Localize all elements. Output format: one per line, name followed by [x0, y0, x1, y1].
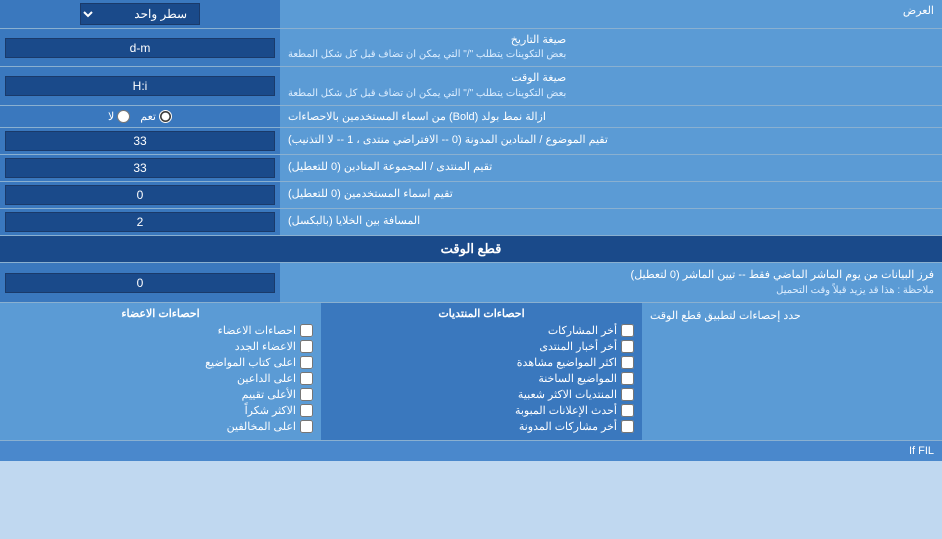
stat-mem-label-3: اعلى كتاب المواضيع — [205, 356, 296, 369]
stat-mem-checkbox-7[interactable] — [300, 420, 313, 433]
stat-item-4: المواضيع الساخنة — [329, 372, 634, 385]
time-format-row: صيغة الوقت بعض التكوينات يتطلب "/" التي … — [0, 67, 942, 105]
topics-input-area — [0, 128, 280, 154]
stat-mem-checkbox-4[interactable] — [300, 372, 313, 385]
stat-posts-label-4: المواضيع الساخنة — [538, 372, 617, 385]
distance-input-area — [0, 209, 280, 235]
display-select[interactable]: سطر واحدسطرينثلاثة أسطر — [80, 3, 200, 25]
stat-posts-checkbox-4[interactable] — [621, 372, 634, 385]
stat-posts-label-3: اكثر المواضيع مشاهدة — [517, 356, 617, 369]
users-input-area — [0, 182, 280, 208]
page-title: العرض — [280, 0, 942, 28]
bold-yes-radio[interactable] — [159, 110, 172, 123]
time-cutoff-section-header: قطع الوقت — [0, 236, 942, 263]
date-format-label: صيغة التاريخ بعض التكوينات يتطلب "/" الت… — [280, 29, 942, 66]
bottom-note-row: If FIL — [0, 440, 942, 461]
stat-item-1: أخر المشاركات — [329, 324, 634, 337]
cutoff-input[interactable] — [5, 273, 275, 293]
distance-row: المسافة بين الخلايا (بالبكسل) — [0, 209, 942, 236]
stat-mem-label-6: الاكثر شكراً — [245, 404, 296, 417]
time-format-input-area — [0, 67, 280, 104]
stat-mem-checkbox-2[interactable] — [300, 340, 313, 353]
stat-mem-label-5: الأعلى تقييم — [242, 388, 296, 401]
stat-mem-checkbox-6[interactable] — [300, 404, 313, 417]
stat-mem-label-7: اعلى المخالفين — [227, 420, 296, 433]
stat-item-7: أخر مشاركات المدونة — [329, 420, 634, 433]
stat-mem-label-4: اعلى الداعين — [237, 372, 296, 385]
cutoff-label-text: فرز البيانات من يوم الماشر الماضي فقط --… — [280, 263, 942, 303]
stat-mem-item-6: الاكثر شكراً — [8, 404, 313, 417]
users-row: تقيم اسماء المستخدمين (0 للتعطيل) — [0, 182, 942, 209]
stat-mem-item-2: الاعضاء الجدد — [8, 340, 313, 353]
bold-no-label[interactable]: لا — [108, 110, 130, 123]
stat-mem-checkbox-3[interactable] — [300, 356, 313, 369]
stat-posts-label-2: أخر أخبار المنتدى — [539, 340, 617, 353]
users-label: تقيم اسماء المستخدمين (0 للتعطيل) — [280, 182, 942, 208]
stat-mem-item-3: اعلى كتاب المواضيع — [8, 356, 313, 369]
topics-input[interactable] — [5, 131, 275, 151]
forum-label: تقيم المنتدى / المجموعة المتادين (0 للتع… — [280, 155, 942, 181]
date-format-row: صيغة التاريخ بعض التكوينات يتطلب "/" الت… — [0, 29, 942, 67]
stat-item-2: أخر أخبار المنتدى — [329, 340, 634, 353]
topics-label: تقيم الموضوع / المتادين المدونة (0 -- ال… — [280, 128, 942, 154]
stat-item-5: المنتديات الاكثر شعبية — [329, 388, 634, 401]
date-format-input[interactable] — [5, 38, 275, 58]
forum-input-area — [0, 155, 280, 181]
stat-mem-checkbox-1[interactable] — [300, 324, 313, 337]
stat-posts-label-7: أخر مشاركات المدونة — [519, 420, 617, 433]
users-input[interactable] — [5, 185, 275, 205]
distance-label: المسافة بين الخلايا (بالبكسل) — [280, 209, 942, 235]
title-text: العرض — [903, 5, 934, 17]
stat-item-6: أحدث الإعلانات المبوبة — [329, 404, 634, 417]
stats-posts-title: احصاءات المنتديات — [329, 307, 634, 320]
stat-posts-label-6: أحدث الإعلانات المبوبة — [515, 404, 617, 417]
stat-mem-label-2: الاعضاء الجدد — [235, 340, 296, 353]
bold-radio-area: تعم لا — [0, 106, 280, 127]
stats-section: حدد إحصاءات لتطبيق قطع الوقت احصاءات الم… — [0, 303, 942, 440]
bottom-note-text: If FIL — [909, 445, 934, 457]
stat-posts-checkbox-3[interactable] — [621, 356, 634, 369]
stat-mem-item-5: الأعلى تقييم — [8, 388, 313, 401]
stat-mem-label-1: احصاءات الاعضاء — [218, 324, 296, 337]
distance-input[interactable] — [5, 212, 275, 232]
forum-input[interactable] — [5, 158, 275, 178]
stat-posts-checkbox-2[interactable] — [621, 340, 634, 353]
bold-label: ازالة نمط بولد (Bold) من اسماء المستخدمي… — [280, 106, 942, 127]
header-row: العرض سطر واحدسطرينثلاثة أسطر — [0, 0, 942, 29]
stat-item-3: اكثر المواضيع مشاهدة — [329, 356, 634, 369]
topics-row: تقيم الموضوع / المتادين المدونة (0 -- ال… — [0, 128, 942, 155]
stats-label: حدد إحصاءات لتطبيق قطع الوقت — [642, 303, 942, 440]
stat-mem-item-1: احصاءات الاعضاء — [8, 324, 313, 337]
stat-posts-checkbox-6[interactable] — [621, 404, 634, 417]
stats-posts-column: احصاءات المنتديات أخر المشاركات أخر أخبا… — [321, 303, 642, 440]
stat-posts-checkbox-1[interactable] — [621, 324, 634, 337]
stat-mem-checkbox-5[interactable] — [300, 388, 313, 401]
bold-yes-label[interactable]: تعم — [140, 110, 172, 123]
stats-members-title: احصاءات الاعضاء — [8, 307, 313, 320]
bold-row: ازالة نمط بولد (Bold) من اسماء المستخدمي… — [0, 106, 942, 128]
cutoff-row: فرز البيانات من يوم الماشر الماضي فقط --… — [0, 263, 942, 304]
forum-row: تقيم المنتدى / المجموعة المتادين (0 للتع… — [0, 155, 942, 182]
date-format-input-area — [0, 29, 280, 66]
cutoff-input-area — [0, 263, 280, 303]
bold-no-radio[interactable] — [117, 110, 130, 123]
stat-posts-checkbox-7[interactable] — [621, 420, 634, 433]
select-area: سطر واحدسطرينثلاثة أسطر — [0, 0, 280, 28]
stat-posts-label-5: المنتديات الاكثر شعبية — [518, 388, 617, 401]
time-format-input[interactable] — [5, 76, 275, 96]
stat-posts-checkbox-5[interactable] — [621, 388, 634, 401]
stat-posts-label-1: أخر المشاركات — [548, 324, 617, 337]
stat-mem-item-7: اعلى المخالفين — [8, 420, 313, 433]
main-container: العرض سطر واحدسطرينثلاثة أسطر صيغة التار… — [0, 0, 942, 461]
time-format-label: صيغة الوقت بعض التكوينات يتطلب "/" التي … — [280, 67, 942, 104]
stat-mem-item-4: اعلى الداعين — [8, 372, 313, 385]
stats-members-column: احصاءات الاعضاء احصاءات الاعضاء الاعضاء … — [0, 303, 321, 440]
